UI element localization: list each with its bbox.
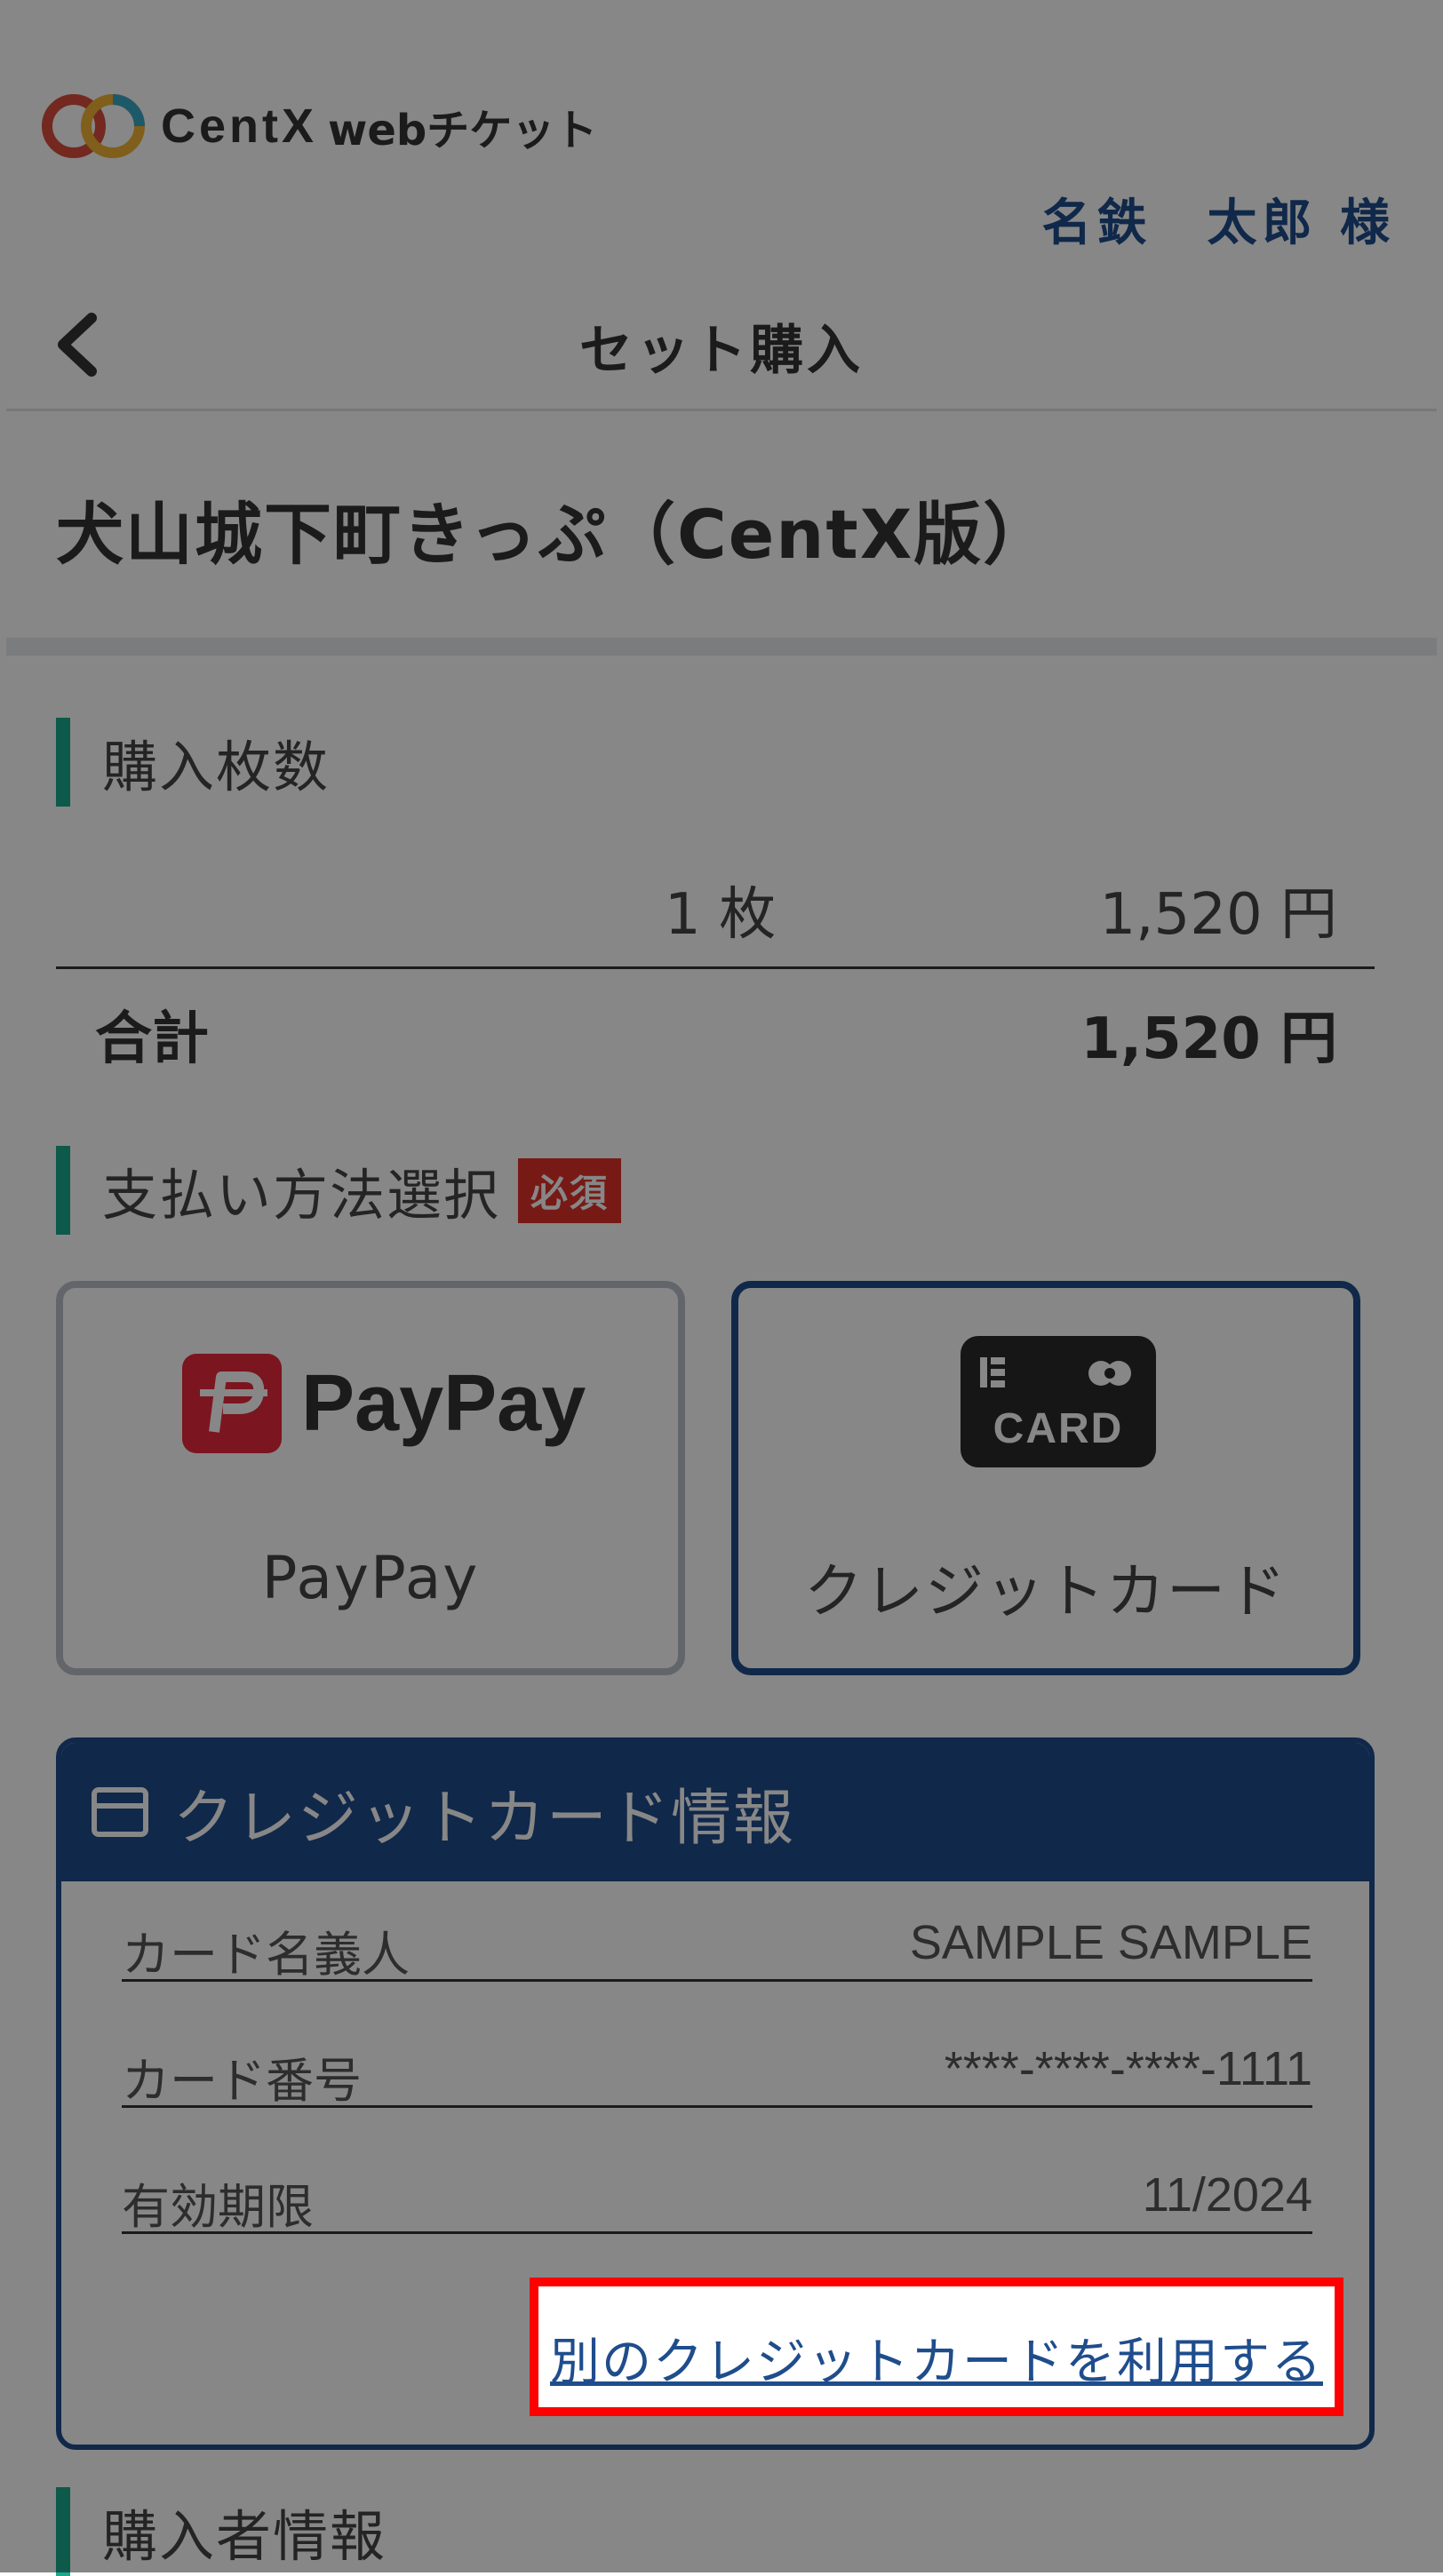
paypay-logo: PayPay bbox=[182, 1354, 586, 1453]
section-heading-quantity: 購入枚数 bbox=[56, 718, 330, 807]
other-card-highlight: 別のクレジットカードを利用する bbox=[530, 2278, 1343, 2416]
paypay-icon bbox=[182, 1354, 282, 1453]
card-expiry-label: 有効期限 bbox=[122, 2179, 314, 2235]
quantity-row: 1 枚 1,520 円 bbox=[56, 860, 1375, 969]
nav-bar: セット購入 bbox=[6, 282, 1437, 411]
page-title: セット購入 bbox=[579, 320, 864, 382]
logo-text: CentX bbox=[161, 99, 318, 153]
credit-card-info-title: クレジットカード情報 bbox=[173, 1783, 796, 1854]
payment-option-label: クレジットカード bbox=[804, 1557, 1288, 1626]
paypay-wordmark: PayPay bbox=[301, 1358, 586, 1448]
section-accent-bar bbox=[56, 1146, 70, 1235]
card-expiry-value: 11/2024 bbox=[1142, 2168, 1312, 2222]
required-badge: 必須 bbox=[518, 1157, 622, 1223]
payment-option-credit-card[interactable]: CARD クレジットカード bbox=[731, 1281, 1360, 1675]
centx-logo-icon bbox=[42, 94, 145, 158]
section-divider bbox=[6, 638, 1437, 656]
payment-option-paypay[interactable]: PayPay PayPay bbox=[56, 1281, 685, 1675]
card-number-row: カード番号 ****-****-****-1111 bbox=[122, 2034, 1312, 2109]
credit-card-icon: CARD bbox=[961, 1336, 1156, 1467]
total-row: 合計 1,520 円 bbox=[56, 986, 1375, 1075]
card-icon bbox=[92, 1787, 148, 1837]
user-name[interactable]: 名鉄 太郎 様 bbox=[1042, 183, 1396, 255]
section-accent-bar bbox=[56, 718, 70, 807]
page: CentX webチケット 名鉄 太郎 様 セット購入 犬山城下町きっぷ（Cen… bbox=[6, 0, 1437, 2576]
payment-option-label: PayPay bbox=[261, 1544, 480, 1612]
quantity-count: 1 枚 bbox=[665, 882, 777, 948]
card-logo-text: CARD bbox=[993, 1405, 1124, 1452]
total-label: 合計 bbox=[95, 1006, 209, 1072]
card-number-label: カード番号 bbox=[122, 2053, 362, 2109]
credit-card-info-header: クレジットカード情報 bbox=[61, 1743, 1369, 1881]
unit-price: 1,520 円 bbox=[1099, 882, 1337, 948]
product-title: 犬山城下町きっぷ（CentX版） bbox=[56, 495, 1053, 574]
card-holder-label: カード名義人 bbox=[122, 1927, 410, 1983]
section-label: 支払い方法選択 bbox=[102, 1163, 501, 1228]
use-other-card-link[interactable]: 別のクレジットカードを利用する bbox=[538, 2322, 1335, 2394]
logo-subtitle: webチケット bbox=[328, 106, 598, 155]
card-holder-row: カード名義人 SAMPLE SAMPLE bbox=[122, 1908, 1312, 1983]
card-number-value: ****-****-****-1111 bbox=[944, 2042, 1312, 2095]
section-label: 購入枚数 bbox=[102, 735, 331, 799]
section-accent-bar bbox=[56, 2487, 70, 2576]
card-holder-value: SAMPLE SAMPLE bbox=[909, 1916, 1312, 1969]
total-price: 1,520 円 bbox=[1080, 1006, 1337, 1072]
section-heading-payment: 支払い方法選択 必須 bbox=[56, 1146, 622, 1235]
section-label: 購入者情報 bbox=[102, 2504, 387, 2569]
centx-logo: CentX webチケット bbox=[40, 85, 597, 167]
card-expiry-row: 有効期限 11/2024 bbox=[122, 2160, 1312, 2235]
section-heading-buyer: 購入者情報 bbox=[56, 2487, 387, 2576]
